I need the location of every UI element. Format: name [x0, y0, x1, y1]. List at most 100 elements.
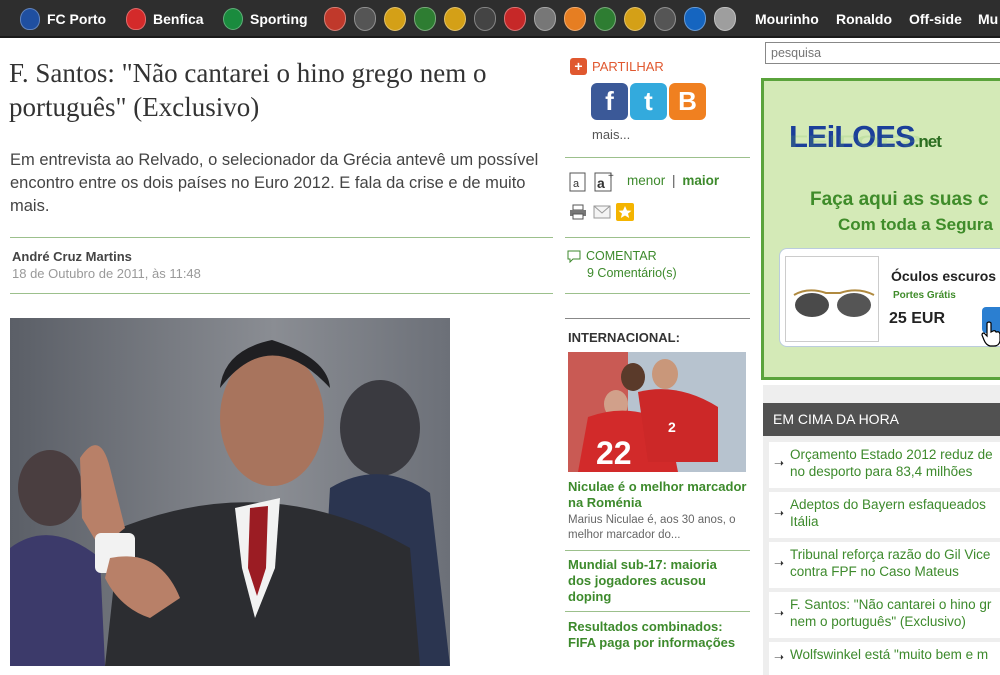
nav-link-mourinho[interactable]: Mourinho: [755, 0, 819, 38]
latest-news-item[interactable]: ➝ Tribunal reforça razão do Gil Vice con…: [769, 542, 1000, 588]
arrow-right-icon: ➝: [774, 650, 785, 664]
football-players-illustration: 22 2: [568, 352, 746, 472]
article-date: 18 de Outubro de 2011, às 11:48: [12, 266, 201, 281]
nav-fc-porto-label: FC Porto: [47, 11, 107, 27]
speech-bubble-icon: [567, 250, 581, 263]
arrow-right-icon: ➝: [774, 456, 785, 470]
advertisement-banner[interactable]: LEiLOES.net LEiLOES Faça aqui as suas c …: [761, 78, 1000, 380]
svg-text:+: +: [608, 171, 614, 182]
arrow-right-icon: ➝: [774, 556, 785, 570]
club-badge-icon[interactable]: [624, 7, 646, 31]
twitter-icon[interactable]: t: [630, 83, 667, 120]
font-size-separator: |: [672, 173, 676, 188]
svg-text:2: 2: [668, 419, 676, 435]
font-smaller-icon[interactable]: a: [569, 172, 587, 192]
latest-news-text: contra FPF no Caso Mateus: [790, 564, 959, 579]
club-badge-icon[interactable]: [714, 7, 736, 31]
arrow-right-icon: ➝: [774, 606, 785, 620]
divider: [565, 237, 750, 238]
search-input[interactable]: [765, 42, 1000, 64]
sunglasses-icon: [793, 289, 875, 317]
international-story-photo[interactable]: 22 2: [568, 352, 746, 472]
nav-link-mu[interactable]: Mu: [978, 0, 998, 38]
nav-benfica[interactable]: Benfica: [126, 0, 204, 38]
nav-sporting[interactable]: Sporting: [223, 0, 308, 38]
club-badge-icon[interactable]: [384, 7, 406, 31]
latest-news-box: EM CIMA DA HORA ➝ Orçamento Estado 2012 …: [763, 385, 1000, 675]
font-size-controls: menor | maior: [627, 173, 719, 188]
ad-shipping: Portes Grátis: [893, 290, 956, 301]
section-title-internacional: INTERNACIONAL:: [568, 330, 680, 345]
fc-porto-crest-icon: [20, 8, 40, 30]
club-badge-icon[interactable]: [654, 7, 676, 31]
ad-price: 25 EUR: [889, 310, 946, 327]
nav-link-off-side[interactable]: Off-side: [909, 0, 962, 38]
club-badge-icon[interactable]: [474, 7, 496, 31]
sunglasses-image: [785, 256, 879, 342]
print-icon[interactable]: [569, 204, 587, 220]
latest-news-text: Wolfswinkel está "muito bem e m: [790, 647, 989, 662]
latest-news-text: Itália: [790, 514, 819, 529]
share-more-link[interactable]: mais...: [592, 127, 630, 142]
latest-news-item[interactable]: ➝ F. Santos: "Não cantarei o hino gr nem…: [769, 592, 1000, 638]
latest-news-text: F. Santos: "Não cantarei o hino gr: [790, 597, 992, 612]
club-badge-icon[interactable]: [564, 7, 586, 31]
club-badge-icon[interactable]: [354, 7, 376, 31]
latest-news-text: Adeptos do Bayern esfaqueados: [790, 497, 986, 512]
latest-news-item[interactable]: ➝ Orçamento Estado 2012 reduz de no desp…: [769, 442, 1000, 488]
club-badge-icon[interactable]: [534, 7, 556, 31]
international-story-title[interactable]: Niculae é o melhor marcador na Roménia: [568, 479, 748, 511]
facebook-icon[interactable]: f: [591, 83, 628, 120]
font-bigger-link[interactable]: maior: [682, 173, 719, 188]
latest-news-text: no desporto para 83,4 milhões: [790, 464, 973, 479]
ad-product-name: Óculos escuros: [891, 268, 997, 284]
latest-news-item[interactable]: ➝ Adeptos do Bayern esfaqueados Itália: [769, 492, 1000, 538]
divider: [10, 293, 553, 294]
comment-button[interactable]: COMENTAR: [567, 249, 657, 263]
comment-label: COMENTAR: [586, 249, 657, 263]
club-badge-icon[interactable]: [414, 7, 436, 31]
email-icon[interactable]: [593, 204, 611, 220]
arrow-right-icon: ➝: [774, 506, 785, 520]
favorite-star-icon[interactable]: [616, 203, 634, 221]
benfica-crest-icon: [126, 8, 146, 30]
article-lead: Em entrevista ao Relvado, o selecionador…: [10, 151, 539, 215]
nav-link-ronaldo[interactable]: Ronaldo: [836, 0, 892, 38]
article-photo: [10, 318, 450, 666]
nav-benfica-label: Benfica: [153, 11, 204, 27]
svg-text:a: a: [573, 178, 580, 190]
comment-count-link[interactable]: 9 Comentário(s): [587, 266, 677, 280]
club-badge-icon[interactable]: [324, 7, 346, 31]
font-smaller-link[interactable]: menor: [627, 173, 665, 188]
plus-icon: +: [570, 58, 587, 75]
club-badge-icon[interactable]: [504, 7, 526, 31]
ad-headline: Faça aqui as suas c: [810, 189, 989, 210]
hand-cursor-icon: [981, 321, 1000, 347]
club-badge-icon[interactable]: [684, 7, 706, 31]
svg-text:22: 22: [596, 435, 632, 471]
ad-product-card[interactable]: Óculos escuros Portes Grátis 25 EUR: [779, 248, 1000, 347]
divider: [565, 293, 750, 294]
font-bigger-icon[interactable]: a +: [594, 170, 616, 192]
club-badge-icon[interactable]: [594, 7, 616, 31]
ad-logo-reflection: LEiLOES: [789, 131, 922, 151]
divider: [565, 157, 750, 158]
international-story-title[interactable]: Resultados combinados: FIFA paga por inf…: [568, 619, 753, 651]
nav-fc-porto[interactable]: FC Porto: [20, 0, 106, 38]
latest-news-text: nem o português" (Exclusivo): [790, 614, 966, 629]
international-story-title[interactable]: Mundial sub-17: maioria dos jogadores ac…: [568, 557, 743, 605]
blogger-icon[interactable]: B: [669, 83, 706, 120]
ad-subheadline: Com toda a Segura: [838, 215, 993, 234]
international-story-summary: Marius Niculae é, aos 30 anos, o melhor …: [568, 514, 736, 541]
divider: [565, 611, 750, 612]
coach-photo-illustration: [10, 318, 450, 666]
latest-news-item[interactable]: ➝ Wolfswinkel está "muito bem e m: [769, 642, 1000, 675]
article-author[interactable]: André Cruz Martins: [12, 249, 132, 264]
article-headline: F. Santos: "Não cantarei o hino grego ne…: [9, 58, 487, 122]
club-badge-icon[interactable]: [444, 7, 466, 31]
svg-text:a: a: [597, 175, 605, 191]
top-navigation-bar: FC Porto Benfica Sporting Mourinho Ronal…: [0, 0, 1000, 38]
latest-news-title: EM CIMA DA HORA: [763, 403, 1000, 436]
divider: [565, 550, 750, 551]
share-button[interactable]: + PARTILHAR: [570, 58, 664, 75]
